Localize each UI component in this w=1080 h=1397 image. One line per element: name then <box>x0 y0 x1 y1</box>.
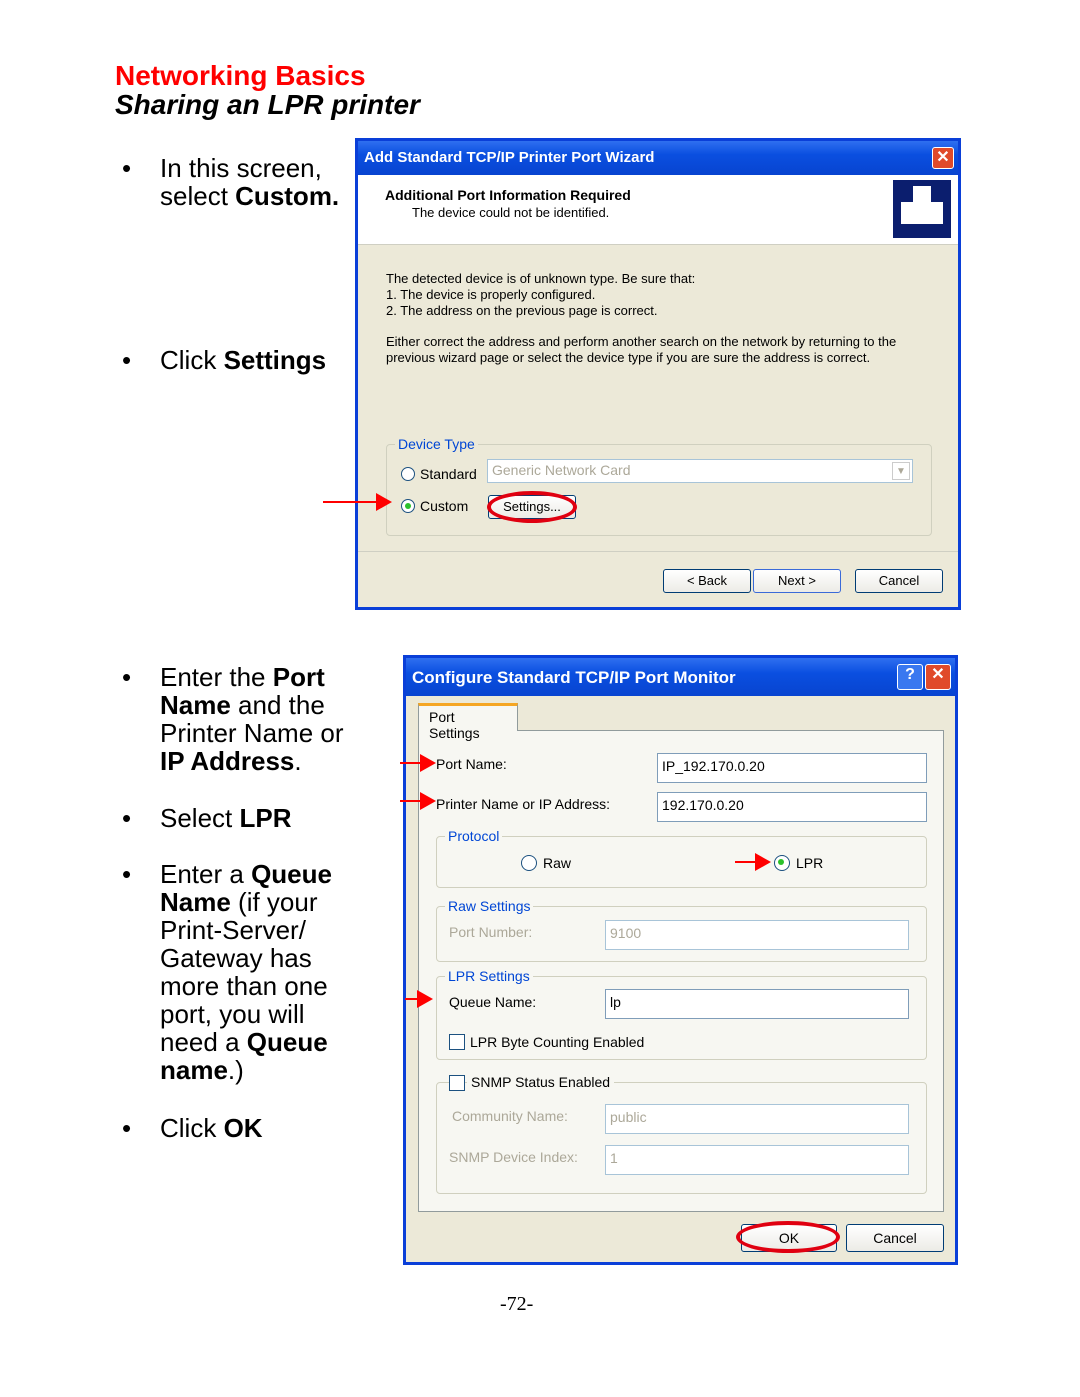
arrow-pointer <box>323 493 392 511</box>
port-name-input[interactable]: IP_192.170.0.20 <box>657 753 927 783</box>
highlight-ring <box>487 491 577 523</box>
device-type-select[interactable]: Generic Network Card ▼ <box>487 459 913 483</box>
arrow-pointer <box>400 792 436 810</box>
body-line: The detected device is of unknown type. … <box>386 271 696 286</box>
wizard-title: Add Standard TCP/IP Printer Port Wizard <box>364 149 655 166</box>
byte-counting-checkbox[interactable] <box>449 1034 465 1050</box>
wizard-dialog: Add Standard TCP/IP Printer Port Wizard … <box>355 138 961 610</box>
raw-label: Raw <box>543 855 572 871</box>
instruction-text: Enter the <box>160 662 273 692</box>
section-title: Networking Basics <box>115 60 366 91</box>
protocol-group: Protocol Raw LPR <box>436 828 927 888</box>
instruction-text: .) <box>227 1055 244 1085</box>
standard-radio[interactable] <box>401 467 415 481</box>
wizard-body: The detected device is of unknown type. … <box>386 271 896 366</box>
snmp-group: SNMP Status Enabled Community Name: publ… <box>436 1074 927 1194</box>
arrow-pointer <box>405 990 433 1008</box>
lpr-settings-label: LPR Settings <box>445 968 533 984</box>
standard-label: Standard <box>420 466 477 482</box>
page-number: -72- <box>500 1293 534 1315</box>
instruction-5: • Enter a Queue Name (if your Print-Serve… <box>122 859 332 1085</box>
snmp-checkbox[interactable] <box>449 1075 465 1091</box>
page-title: Sharing an LPR printer <box>115 89 420 120</box>
lpr-label: LPR <box>796 855 824 871</box>
instruction-text: LPR <box>239 803 292 833</box>
body-line: Either correct the address and perform a… <box>386 334 897 349</box>
port-monitor-dialog: Configure Standard TCP/IP Port Monitor ?… <box>403 655 958 1265</box>
snmp-device-index-label: SNMP Device Index: <box>449 1149 578 1165</box>
monitor-title: Configure Standard TCP/IP Port Monitor <box>412 668 736 687</box>
printer-address-input[interactable]: 192.170.0.20 <box>657 792 927 822</box>
instruction-text: and the <box>230 690 325 720</box>
instruction-text: Enter a <box>160 859 252 889</box>
wizard-header: Additional Port Information Required The… <box>358 175 958 245</box>
snmp-label: SNMP Status Enabled <box>467 1074 615 1090</box>
instruction-text: Printer Name <box>160 718 314 748</box>
wizard-titlebar: Add Standard TCP/IP Printer Port Wizard <box>358 141 958 175</box>
instruction-1: • In this screen, select Custom. <box>122 153 340 211</box>
arrow-pointer <box>400 754 436 772</box>
device-type-group: Device Type Standard Generic Network Car… <box>386 436 932 536</box>
raw-settings-group: Raw Settings Port Number: 9100 <box>436 898 927 962</box>
instruction-text: Select <box>160 803 240 833</box>
wizard-heading: Additional Port Information Required <box>385 187 631 203</box>
community-name-input[interactable]: public <box>605 1104 909 1134</box>
tab-port-settings[interactable]: Port Settings <box>418 703 518 741</box>
printer-address-label: Printer Name or IP Address: <box>436 796 611 812</box>
instruction-text: Custom. <box>235 181 340 211</box>
lpr-radio[interactable] <box>774 855 790 871</box>
instruction-4: • Select LPR <box>122 803 292 833</box>
back-button[interactable]: < Back <box>663 569 751 593</box>
byte-counting-label: LPR Byte Counting Enabled <box>470 1034 645 1050</box>
wizard-subheading: The device could not be identified. <box>412 205 610 220</box>
close-icon[interactable]: ✕ <box>925 664 951 690</box>
instruction-text: or <box>313 718 344 748</box>
port-number-input[interactable]: 9100 <box>605 920 909 950</box>
lpr-settings-group: LPR Settings Queue Name: lp LPR Byte Cou… <box>436 968 927 1060</box>
instruction-text: Click <box>160 1113 224 1143</box>
instruction-text: Click <box>160 345 224 375</box>
community-name-label: Community Name: <box>452 1108 568 1124</box>
printer-icon <box>893 180 951 238</box>
instruction-3: • Enter the Port Name and the Printer Nam… <box>122 662 344 776</box>
arrow-pointer <box>735 853 771 871</box>
body-line: 2. The address on the previous page is c… <box>386 303 658 318</box>
instruction-text: OK <box>223 1113 263 1143</box>
cancel-button[interactable]: Cancel <box>846 1224 944 1252</box>
snmp-device-index-input[interactable]: 1 <box>605 1145 909 1175</box>
raw-settings-label: Raw Settings <box>445 898 534 914</box>
body-line: 1. The device is properly configured. <box>386 287 596 302</box>
device-type-label: Device Type <box>395 436 478 452</box>
instruction-text: IP Address <box>160 746 295 776</box>
protocol-label: Protocol <box>445 828 503 844</box>
cancel-button[interactable]: Cancel <box>855 569 943 593</box>
custom-label: Custom <box>420 498 469 514</box>
close-icon[interactable]: ✕ <box>932 147 954 169</box>
custom-radio[interactable] <box>401 499 415 513</box>
raw-radio[interactable] <box>521 855 537 871</box>
queue-name-label: Queue Name: <box>449 994 537 1010</box>
port-number-label: Port Number: <box>449 924 533 940</box>
port-name-label: Port Name: <box>436 756 507 772</box>
monitor-titlebar: Configure Standard TCP/IP Port Monitor <box>406 658 955 696</box>
body-line: previous wizard page or select the devic… <box>386 350 871 365</box>
chevron-down-icon: ▼ <box>892 462 910 480</box>
instruction-text: . <box>294 746 302 776</box>
instruction-2: • Click Settings <box>122 345 327 375</box>
queue-name-input[interactable]: lp <box>605 989 909 1019</box>
instruction-6: • Click OK <box>122 1113 263 1143</box>
help-icon[interactable]: ? <box>897 664 923 690</box>
instruction-text: Settings <box>223 345 327 375</box>
next-button[interactable]: Next > <box>753 569 841 593</box>
highlight-ring <box>736 1221 840 1253</box>
